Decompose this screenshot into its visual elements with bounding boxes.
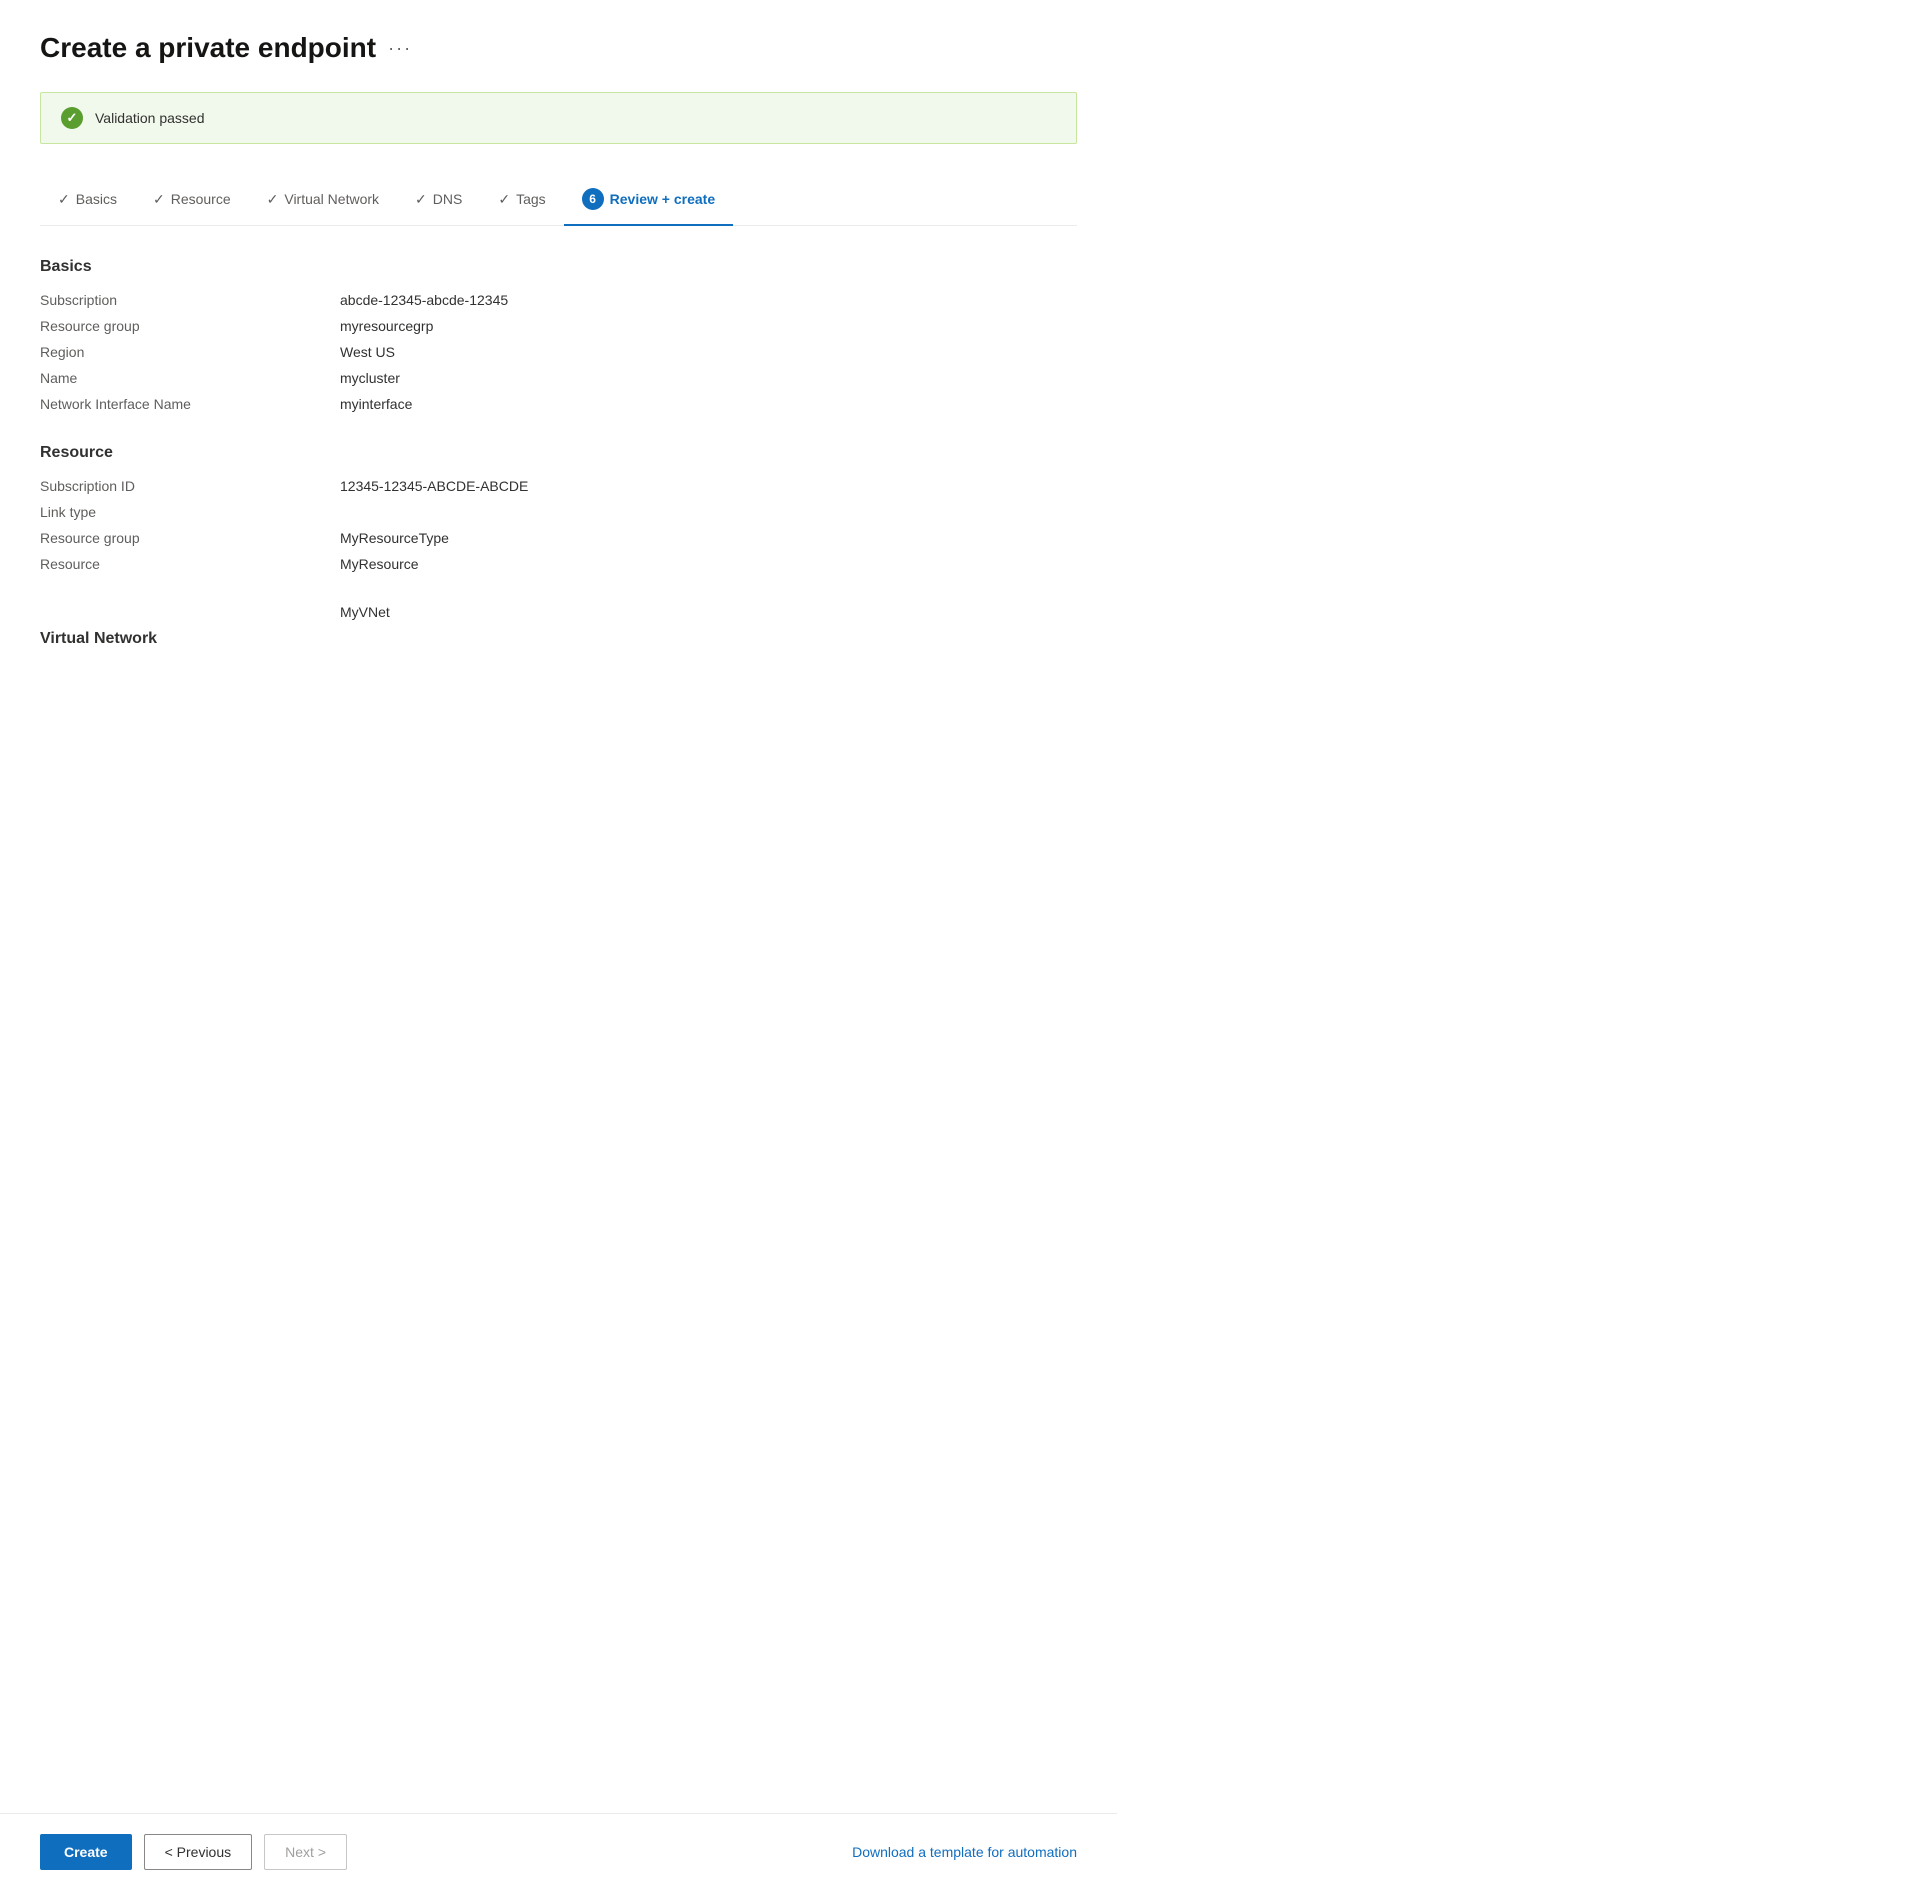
- label-region: Region: [40, 344, 340, 360]
- field-resource-group: Resource group myresourcegrp: [40, 318, 1077, 334]
- section-virtual-network: MyVNet Virtual Network: [40, 604, 1077, 648]
- label-resource: Resource: [40, 556, 340, 572]
- label-subscription: Subscription: [40, 292, 340, 308]
- field-name: Name mycluster: [40, 370, 1077, 386]
- label-subscription-id: Subscription ID: [40, 478, 340, 494]
- value-nic-name: myinterface: [340, 396, 412, 412]
- tab-resource[interactable]: ✓ Resource: [135, 179, 249, 224]
- section-resource: Resource Subscription ID 12345-12345-ABC…: [40, 444, 1077, 572]
- tab-dns-label: DNS: [433, 191, 463, 207]
- label-resource-group: Resource group: [40, 318, 340, 334]
- create-button[interactable]: Create: [40, 1834, 132, 1870]
- field-region: Region West US: [40, 344, 1077, 360]
- field-resource-resource-group: Resource group MyResourceType: [40, 530, 1077, 546]
- previous-button[interactable]: < Previous: [144, 1834, 253, 1870]
- title-ellipsis: ···: [388, 38, 412, 59]
- field-subscription-id: Subscription ID 12345-12345-ABCDE-ABCDE: [40, 478, 1077, 494]
- section-basics: Basics Subscription abcde-12345-abcde-12…: [40, 258, 1077, 412]
- bottom-bar: Create < Previous Next > Download a temp…: [0, 1813, 1117, 1890]
- tab-tags-label: Tags: [516, 191, 546, 207]
- value-resource: MyResource: [340, 556, 419, 572]
- field-resource: Resource MyResource: [40, 556, 1077, 572]
- value-name: mycluster: [340, 370, 400, 386]
- section-resource-title: Resource: [40, 444, 1077, 462]
- field-nic-name: Network Interface Name myinterface: [40, 396, 1077, 412]
- value-subscription: abcde-12345-abcde-12345: [340, 292, 508, 308]
- tab-virtual-network[interactable]: ✓ Virtual Network: [249, 179, 397, 224]
- section-vnet-title: Virtual Network: [40, 630, 1077, 648]
- download-template-link[interactable]: Download a template for automation: [852, 1844, 1077, 1860]
- tab-dns[interactable]: ✓ DNS: [397, 179, 480, 224]
- tab-review-label: Review + create: [610, 191, 715, 207]
- field-myvnet: MyVNet: [40, 604, 1077, 620]
- value-region: West US: [340, 344, 395, 360]
- value-myvnet: MyVNet: [340, 604, 390, 620]
- tab-vnet-label: Virtual Network: [284, 191, 379, 207]
- tab-basics[interactable]: ✓ Basics: [40, 179, 135, 224]
- next-button: Next >: [264, 1834, 347, 1870]
- page-title: Create a private endpoint: [40, 32, 376, 64]
- tab-resource-label: Resource: [171, 191, 231, 207]
- value-resource-resource-group: MyResourceType: [340, 530, 449, 546]
- section-basics-title: Basics: [40, 258, 1077, 276]
- tab-review-create[interactable]: 6 Review + create: [564, 176, 733, 226]
- value-resource-group: myresourcegrp: [340, 318, 433, 334]
- tab-basics-label: Basics: [76, 191, 117, 207]
- tab-resource-check: ✓: [153, 191, 165, 208]
- tab-vnet-check: ✓: [267, 191, 279, 208]
- validation-text: Validation passed: [95, 110, 204, 126]
- tab-tags-check: ✓: [498, 191, 510, 208]
- validation-banner: Validation passed: [40, 92, 1077, 144]
- label-name: Name: [40, 370, 340, 386]
- field-subscription: Subscription abcde-12345-abcde-12345: [40, 292, 1077, 308]
- tab-tags[interactable]: ✓ Tags: [480, 179, 563, 224]
- validation-check-icon: [61, 107, 83, 129]
- label-link-type: Link type: [40, 504, 340, 520]
- tab-review-badge: 6: [582, 188, 604, 210]
- tabs-row: ✓ Basics ✓ Resource ✓ Virtual Network ✓ …: [40, 176, 1077, 226]
- tab-dns-check: ✓: [415, 191, 427, 208]
- label-nic-name: Network Interface Name: [40, 396, 340, 412]
- field-link-type: Link type: [40, 504, 1077, 520]
- tab-basics-check: ✓: [58, 191, 70, 208]
- label-resource-resource-group: Resource group: [40, 530, 340, 546]
- value-subscription-id: 12345-12345-ABCDE-ABCDE: [340, 478, 528, 494]
- page-title-row: Create a private endpoint ···: [40, 32, 1077, 64]
